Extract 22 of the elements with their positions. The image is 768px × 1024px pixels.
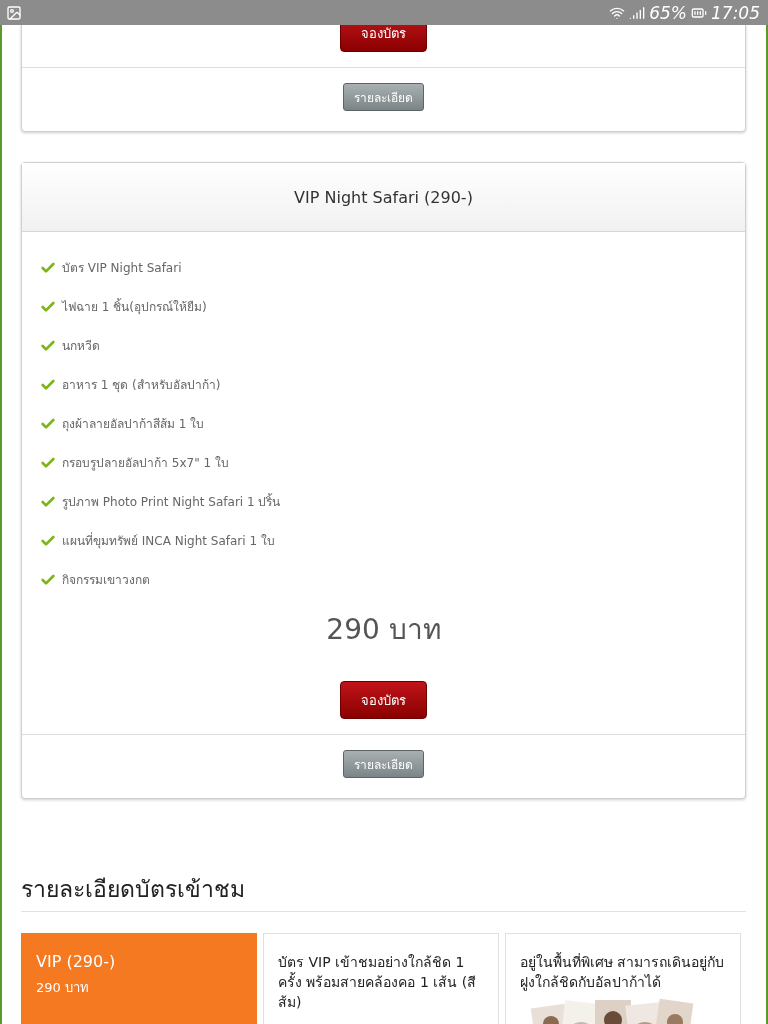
image-icon: [6, 4, 22, 21]
tile-text: อยู่ในพื้นที่พิเศษ สามารถเดินอยู่กับฝูงใกล้ชิดกับอัลปาก้าได้: [520, 952, 726, 992]
book-button[interactable]: จองบัตร: [340, 25, 427, 52]
section-heading: รายละเอียดบัตรเข้าชม: [21, 871, 746, 912]
feature-text: กรอบรูปลายอัลปาก้า 5x7" 1 ใบ: [62, 455, 229, 472]
feature-text: นกหวีด: [62, 338, 100, 355]
feature-text: ไฟฉาย 1 ชิ้น(อุปกรณ์ให้ยืม): [62, 297, 207, 316]
tile-text: บัตร VIP เข้าชมอย่างใกล้ชิด 1 ครั้ง พร้อมสายคล้องคอ 1 เส้น (สีส้ม): [278, 953, 478, 1012]
clock: 17:05: [711, 2, 760, 23]
tile-price: 290 บาท: [36, 979, 90, 997]
feature-text: รูปภาพ Photo Print Night Safari 1 ปริ้น: [62, 492, 281, 511]
book-button[interactable]: จองบัตร: [340, 681, 427, 719]
tile-title: VIP (290-): [36, 952, 117, 971]
feature-text: แผนที่ขุมทรัพย์ INCA Night Safari 1 ใบ: [62, 531, 275, 550]
battery-percentage: 65%: [649, 2, 687, 23]
price: 290 บาท: [325, 612, 442, 648]
feature-text: กิจกรรมเขาวงกต: [62, 572, 150, 589]
card-title: VIP Night Safari (290-): [22, 163, 745, 232]
feature-text: อาหาร 1 ชุด (สำหรับอัลปาก้า): [62, 377, 221, 394]
feature-text: บัตร VIP Night Safari: [62, 260, 182, 277]
signal-icon: [629, 4, 646, 21]
feature-text: ถุงผ้าลายอัลปาก้าสีส้ม 1 ใบ: [62, 416, 205, 433]
